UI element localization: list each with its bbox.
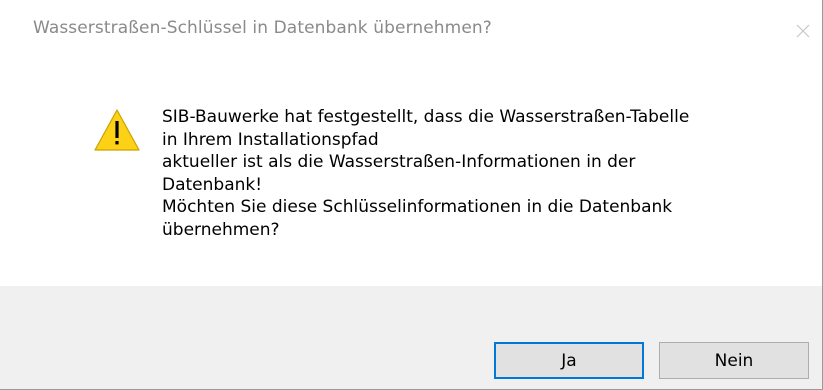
message-line: aktueller ist als die Wasserstraßen-Info… xyxy=(162,152,636,172)
close-icon xyxy=(796,24,810,38)
yes-button[interactable]: Ja xyxy=(494,342,644,379)
message-line: in Ihrem Installationspfad xyxy=(162,129,379,150)
title-bar[interactable]: Wasserstraßen-Schlüssel in Datenbank übe… xyxy=(0,0,822,60)
message-line: übernehmen? xyxy=(162,219,280,240)
message-line: SIB-Bauwerke hat festgestellt, dass die … xyxy=(162,107,690,127)
close-button[interactable] xyxy=(786,14,820,48)
message-line: Datenbank! xyxy=(162,174,263,195)
no-button[interactable]: Nein xyxy=(659,342,809,379)
message-line: Möchten Sie diese Schlüsselinformationen… xyxy=(162,197,673,217)
dialog-message: SIB-Bauwerke hat festgestellt, dass die … xyxy=(162,106,802,241)
dialog-title: Wasserstraßen-Schlüssel in Datenbank übe… xyxy=(33,18,492,38)
dialog-window: Wasserstraßen-Schlüssel in Datenbank übe… xyxy=(0,0,823,390)
button-bar: Ja Nein xyxy=(0,286,822,389)
warning-icon xyxy=(93,108,141,152)
dialog-content: SIB-Bauwerke hat festgestellt, dass die … xyxy=(0,60,822,286)
